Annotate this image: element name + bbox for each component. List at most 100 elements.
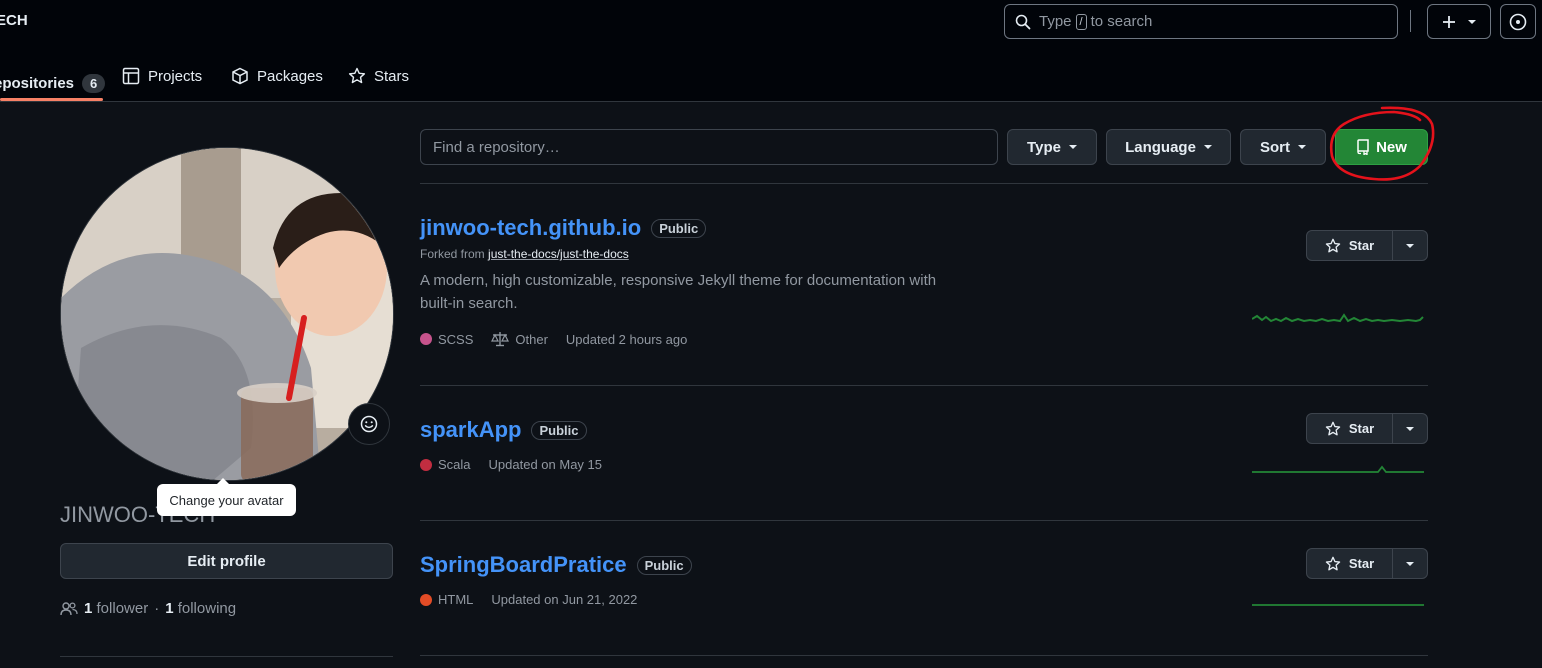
repo-count-badge: 6 [82, 73, 106, 93]
forked-from-link[interactable]: just-the-docs/just-the-docs [488, 247, 629, 261]
language-label: Scala [438, 457, 471, 472]
repo-item-sparkapp: sparkApp Public Scala Updated on May 15 … [420, 413, 1428, 473]
star-label: Star [1348, 421, 1375, 436]
create-new-button[interactable] [1427, 4, 1491, 39]
repo-language: SCSS [420, 332, 473, 347]
star-icon [348, 67, 366, 84]
repo-language: HTML [420, 592, 473, 607]
following-count: 1 [165, 600, 174, 617]
avatar-photo [61, 148, 393, 480]
followers-count: 1 [84, 600, 93, 617]
repo-language: Scala [420, 457, 471, 472]
star-button-group: Star [1306, 548, 1428, 579]
followers-link[interactable]: 1 follower [84, 600, 148, 617]
sidebar-divider [60, 656, 393, 657]
header-divider [1410, 10, 1411, 32]
visibility-badge: Public [636, 555, 692, 575]
tab-projects[interactable]: Projects [122, 56, 202, 96]
repo-updated: Updated 2 hours ago [565, 331, 688, 347]
chevron-down-icon [1406, 426, 1414, 431]
search-prefix: Type [1039, 13, 1072, 30]
issues-button[interactable] [1500, 4, 1536, 39]
repo-license: Other [491, 331, 548, 347]
table-icon [122, 67, 140, 85]
avatar[interactable] [60, 147, 394, 481]
followers-label: follower [96, 600, 149, 617]
global-search-input[interactable]: Type / to search [1004, 4, 1398, 39]
repo-name-link[interactable]: SpringBoardPratice [420, 552, 627, 578]
tab-repositories[interactable]: epositories 6 [0, 63, 106, 103]
star-button[interactable]: Star [1307, 414, 1393, 443]
search-icon [1015, 14, 1031, 29]
forked-prefix: Forked from [420, 247, 485, 261]
plus-icon [1443, 15, 1455, 28]
language-filter-label: Language [1125, 138, 1196, 156]
tab-packages-label: Packages [257, 67, 323, 85]
list-divider [420, 520, 1428, 521]
activity-sparkline [1252, 313, 1424, 323]
chevron-down-icon [1203, 145, 1212, 149]
follow-stats: 1 follower · 1 following [60, 600, 236, 617]
profile-brand-text[interactable]: ECH [0, 12, 28, 29]
tab-projects-label: Projects [148, 67, 203, 85]
search-shortcut-key: / [1075, 13, 1087, 30]
find-repository-input[interactable]: Find a repository… [420, 129, 998, 165]
tab-stars-label: Stars [374, 67, 410, 85]
search-suffix: to search [1090, 13, 1153, 30]
avatar-tooltip: Change your avatar [157, 478, 296, 516]
sort-filter-button[interactable]: Sort [1240, 129, 1326, 165]
language-label: SCSS [438, 331, 474, 347]
repo-updated: Updated on May 15 [488, 457, 602, 472]
activity-sparkline [1252, 604, 1424, 606]
visibility-badge: Public [651, 218, 707, 238]
following-label: following [177, 600, 237, 617]
star-button[interactable]: Star [1307, 231, 1393, 260]
repo-name-link[interactable]: sparkApp [420, 417, 521, 443]
law-icon [491, 332, 510, 347]
chevron-down-icon [1468, 19, 1476, 24]
top-header: ECH Type / to search [0, 0, 1542, 44]
change-avatar-button[interactable] [348, 403, 390, 445]
license-label: Other [515, 331, 548, 347]
star-icon [1325, 421, 1341, 435]
new-repository-button[interactable]: New [1335, 129, 1428, 165]
star-list-dropdown[interactable] [1393, 549, 1427, 578]
chevron-down-icon [1406, 561, 1414, 566]
following-link[interactable]: 1 following [165, 600, 236, 617]
people-icon [60, 601, 78, 615]
language-filter-button[interactable]: Language [1106, 129, 1231, 165]
tab-packages[interactable]: Packages [231, 56, 323, 96]
type-filter-button[interactable]: Type [1007, 129, 1097, 165]
repo-description: A modern, high customizable, responsive … [420, 272, 937, 312]
star-button-group: Star [1306, 230, 1428, 261]
star-list-dropdown[interactable] [1393, 414, 1427, 443]
language-color-dot [420, 593, 432, 606]
repo-item-jinwoo-tech-github-io: jinwoo-tech.github.io Public Forked from… [420, 215, 1428, 347]
chevron-down-icon [1068, 145, 1077, 149]
repo-item-springboardpratice: SpringBoardPratice Public HTML Updated o… [420, 548, 1428, 607]
forked-from: Forked from just-the-docs/just-the-docs [420, 247, 1428, 261]
sort-filter-label: Sort [1260, 138, 1290, 156]
new-button-label: New [1376, 138, 1407, 156]
language-color-dot [420, 333, 432, 345]
repo-name-link[interactable]: jinwoo-tech.github.io [420, 215, 641, 241]
language-label: HTML [438, 592, 474, 607]
tab-repositories-label: epositories [0, 74, 75, 92]
list-divider [420, 183, 1428, 184]
follow-separator: · [154, 600, 160, 617]
star-button[interactable]: Star [1307, 549, 1393, 578]
tab-stars[interactable]: Stars [348, 56, 409, 96]
activity-sparkline [1252, 465, 1424, 473]
visibility-badge: Public [531, 420, 587, 440]
star-button-group: Star [1306, 413, 1428, 444]
star-icon [1325, 238, 1341, 252]
edit-profile-button[interactable]: Edit profile [60, 543, 393, 579]
list-divider [420, 655, 1428, 656]
repo-icon [1357, 139, 1369, 155]
star-icon [1325, 556, 1341, 570]
star-list-dropdown[interactable] [1393, 231, 1427, 260]
type-filter-label: Type [1027, 138, 1061, 156]
star-label: Star [1348, 238, 1375, 253]
list-divider [420, 385, 1428, 386]
repo-updated: Updated on Jun 21, 2022 [491, 592, 638, 607]
